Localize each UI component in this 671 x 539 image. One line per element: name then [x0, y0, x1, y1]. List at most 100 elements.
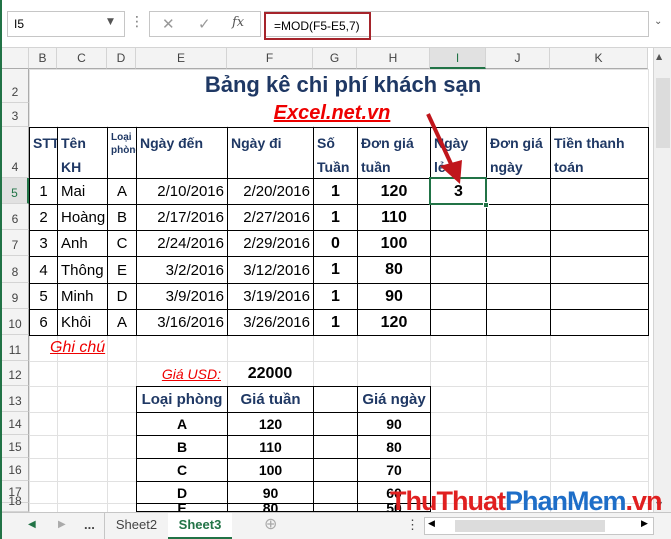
scroll-thumb[interactable]	[656, 78, 670, 148]
table-cell[interactable]: 2/24/2016	[136, 230, 228, 257]
table-cell[interactable]: 2/17/2016	[136, 204, 228, 231]
row-header-5[interactable]: 5	[2, 178, 29, 204]
row-header-14[interactable]: 14	[2, 412, 29, 435]
table-cell[interactable]	[430, 309, 487, 336]
tab-next-icon[interactable]: ▶	[58, 513, 66, 539]
row-header-11[interactable]: 11	[2, 335, 29, 361]
table-cell[interactable]	[550, 204, 649, 231]
column-header-J[interactable]: J	[486, 48, 550, 69]
table-cell[interactable]	[550, 309, 649, 336]
table-cell[interactable]: 100	[357, 230, 431, 257]
table-cell[interactable]	[486, 283, 551, 310]
table-cell[interactable]: C	[107, 230, 137, 257]
lookup-cell[interactable]: A	[136, 412, 228, 436]
horizontal-scrollbar[interactable]: ◀ ▶	[424, 517, 654, 535]
tab-sheet2[interactable]: Sheet2	[104, 513, 168, 539]
column-header-F[interactable]: F	[227, 48, 313, 69]
row-header-13[interactable]: 13	[2, 386, 29, 412]
table-cell[interactable]: B	[107, 204, 137, 231]
table-cell[interactable]: 90	[357, 283, 431, 310]
table-cell[interactable]: A	[107, 309, 137, 336]
table-cell[interactable]: 1	[313, 309, 358, 336]
table-cell[interactable]: 2/10/2016	[136, 178, 228, 205]
table-cell[interactable]: 1	[313, 178, 358, 205]
row-header-4[interactable]: 4	[2, 127, 29, 178]
formula-input[interactable]: =MOD(F5-E5,7)	[264, 12, 371, 40]
row-header-7[interactable]: 7	[2, 230, 29, 256]
table-cell[interactable]: 2	[29, 204, 58, 231]
lookup-cell[interactable]: 90	[227, 481, 314, 504]
table-cell[interactable]: E	[107, 256, 137, 284]
row-header-15[interactable]: 15	[2, 435, 29, 458]
lookup-cell[interactable]: 80	[357, 435, 431, 459]
lookup-header-cell[interactable]	[313, 386, 358, 413]
table-cell[interactable]: 110	[357, 204, 431, 231]
table-cell[interactable]: Anh	[57, 230, 108, 257]
table-cell[interactable]: 2/29/2016	[227, 230, 314, 257]
table-cell[interactable]: 4	[29, 256, 58, 284]
lookup-cell[interactable]: B	[136, 435, 228, 459]
row-header-12[interactable]: 12	[2, 361, 29, 386]
column-header-I[interactable]: I	[430, 48, 486, 69]
table-cell[interactable]: 1	[313, 283, 358, 310]
row-header-2[interactable]: 2	[2, 69, 29, 103]
column-header-K[interactable]: K	[550, 48, 648, 69]
table-header-cell[interactable]: Ngày đến	[136, 127, 228, 179]
lookup-cell[interactable]	[313, 481, 358, 504]
row-header-8[interactable]: 8	[2, 256, 29, 283]
vertical-scrollbar[interactable]: ▲ ▼	[653, 48, 671, 512]
lookup-cell[interactable]: 120	[227, 412, 314, 436]
column-header-H[interactable]: H	[357, 48, 430, 69]
enter-icon[interactable]: ✓	[198, 15, 211, 33]
row-header-6[interactable]: 6	[2, 204, 29, 230]
column-header-D[interactable]: D	[107, 48, 136, 69]
table-cell[interactable]	[430, 256, 487, 284]
table-cell[interactable]	[430, 283, 487, 310]
lookup-cell[interactable]	[313, 503, 358, 512]
table-cell[interactable]: 3/26/2016	[227, 309, 314, 336]
lookup-cell[interactable]: 100	[227, 458, 314, 482]
table-header-cell[interactable]: Loại phòng	[107, 127, 137, 179]
column-header-G[interactable]: G	[313, 48, 357, 69]
insert-function-icon[interactable]: fx	[232, 15, 244, 30]
table-header-cell[interactable]: Tiền thanh toán	[550, 127, 649, 179]
table-header-cell[interactable]: Đơn giá ngày	[486, 127, 551, 179]
table-cell[interactable]	[550, 230, 649, 257]
table-cell[interactable]: 120	[357, 309, 431, 336]
table-cell[interactable]: 80	[357, 256, 431, 284]
row-header-18[interactable]: 18	[2, 494, 29, 512]
more-tabs-button[interactable]: ...	[84, 513, 95, 539]
table-header-cell[interactable]: Số Tuần	[313, 127, 358, 179]
expand-formula-icon[interactable]: ⌄	[654, 16, 662, 27]
table-cell[interactable]: 3/19/2016	[227, 283, 314, 310]
row-header-3[interactable]: 3	[2, 103, 29, 127]
table-cell[interactable]: 1	[29, 178, 58, 205]
table-cell[interactable]	[486, 230, 551, 257]
table-cell[interactable]: Mai	[57, 178, 108, 205]
table-cell[interactable]	[550, 256, 649, 284]
column-header-E[interactable]: E	[136, 48, 227, 69]
lookup-cell[interactable]	[313, 458, 358, 482]
table-cell[interactable]	[486, 256, 551, 284]
column-header-B[interactable]: B	[29, 48, 57, 69]
lookup-cell[interactable]: 70	[357, 458, 431, 482]
table-cell[interactable]: 120	[357, 178, 431, 205]
scroll-right-icon[interactable]: ▶	[641, 519, 648, 529]
lookup-cell[interactable]: 110	[227, 435, 314, 459]
table-cell[interactable]: 3/16/2016	[136, 309, 228, 336]
scroll-up-icon[interactable]: ▲	[656, 52, 662, 61]
table-cell[interactable]: A	[107, 178, 137, 205]
row-header-10[interactable]: 10	[2, 309, 29, 335]
table-cell[interactable]: Khôi	[57, 309, 108, 336]
table-cell[interactable]: 1	[313, 256, 358, 284]
table-cell[interactable]: Hoàng	[57, 204, 108, 231]
table-header-cell[interactable]: Đơn giá tuần	[357, 127, 431, 179]
table-cell[interactable]: 3	[29, 230, 58, 257]
table-cell[interactable]	[486, 204, 551, 231]
tab-prev-icon[interactable]: ◀	[28, 513, 36, 539]
cancel-icon[interactable]: ✕	[162, 15, 175, 33]
fill-handle[interactable]	[483, 202, 489, 208]
chevron-down-icon[interactable]: ▼	[107, 17, 114, 27]
table-cell[interactable]: 3/2/2016	[136, 256, 228, 284]
table-cell[interactable]: D	[107, 283, 137, 310]
